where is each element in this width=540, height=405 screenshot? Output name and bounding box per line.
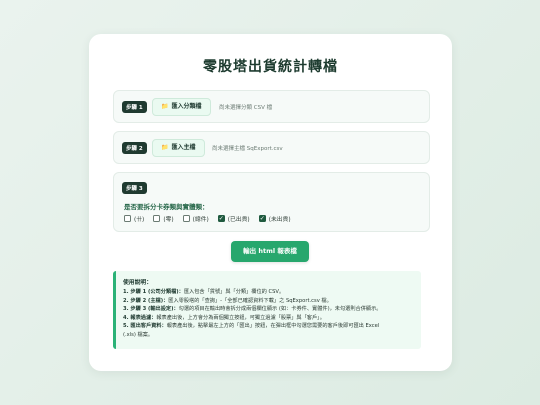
folder-icon: 📁 [161,144,169,151]
option-unshipped[interactable]: ✓ (未出貨) [258,214,291,223]
option-label: (零) [163,217,174,223]
step-3-panel: 步驟 3 是否要拆分卡券類與實體類： (卄) (零) (總件) ✓ (已出貨) ✓… [113,172,430,232]
help-line: 1. 步驟 1 (公司分類檔)：匯入包含「貨號」與「分類」欄位的 CSV。 [123,288,421,297]
help-line-text: 報表產出後，點擊最左上方的「匯出」按鈕，在彈出框中勾選您需要的客戶後即可匯出 E… [166,323,380,330]
help-line: 5. 匯出客戶資料：報表產出後，點擊最左上方的「匯出」按鈕，在彈出框中勾選您需要… [123,322,421,331]
help-line-head: 5. 匯出客戶資料： [123,323,167,330]
folder-icon: 📁 [161,103,169,110]
help-line: (.xls) 檔案。 [123,331,421,340]
import-main-label: 匯入主檔 [171,144,196,151]
split-options: (卄) (零) (總件) ✓ (已出貨) ✓ (未出貨) [124,214,291,223]
step-2-badge: 步驟 2 [122,142,147,154]
check-icon: ✓ [218,215,224,222]
page-title: 零股塔出貨統計轉檔 [203,59,338,75]
option-ling[interactable]: (零) [153,214,174,223]
step-2-panel: 步驟 2 📁 匯入主檔 尚未選擇主檔 SqExport.csv [113,131,430,164]
option-label: (卄) [134,217,145,223]
step-3-badge: 步驟 3 [122,182,147,194]
option-shipped[interactable]: ✓ (已出貨) [217,214,250,223]
step-1-badge: 步驟 1 [122,101,147,113]
help-line: 4. 報表過濾：報表產出後，上方會分為兩個獨立按鈕，可獨立過濾「股票」與「客戶」… [123,314,421,323]
main-card: 零股塔出貨統計轉檔 步驟 1 📁 匯入分類檔 尚未選擇分類 CSV 檔 步驟 2 … [89,34,452,371]
option-label: (已出貨) [227,217,250,223]
checkbox[interactable] [182,215,190,222]
import-category-label: 匯入分類檔 [171,103,202,110]
help-line-head: 2. 步驟 2 (主檔)： [123,297,169,304]
check-icon: ✓ [259,215,265,222]
help-line: 2. 步驟 2 (主檔)：匯入零股塔的「查詢」-「全部已確認資料下載」之 SqE… [123,297,421,306]
help-panel: 使用說明： 1. 步驟 1 (公司分類檔)：匯入包含「貨號」與「分類」欄位的 C… [113,271,421,349]
checkbox[interactable] [153,215,161,222]
import-category-button[interactable]: 📁 匯入分類檔 [152,98,211,116]
option-label: (未出貨) [268,217,291,223]
help-line-text: 報表產出後，上方會分為兩個獨立按鈕，可獨立過濾「股票」與「客戶」。 [156,314,325,321]
option-total[interactable]: (總件) [182,214,209,223]
split-question: 是否要拆分卡券類與實體類： [124,203,209,211]
help-line-text: 匯入包含「貨號」與「分類」欄位的 CSV。 [183,289,285,295]
help-line-head: 3. 步驟 3 (輸出設定)： [123,306,179,313]
help-line-head: 4. 報表過濾： [123,314,157,321]
help-title: 使用說明： [123,280,152,286]
help-line-text: (.xls) 檔案。 [123,331,154,338]
main-file-status: 尚未選擇主檔 SqExport.csv [212,146,283,152]
help-line-text: 勾選的項目在輸出時會拆分成兩個欄位顯示 (如：卡券件、實體件)，未勾選則合併顯示… [178,306,382,313]
help-line-text: 匯入零股塔的「查詢」-「全部已確認資料下載」之 SqExport.csv 檔。 [168,297,332,304]
help-line: 3. 步驟 3 (輸出設定)：勾選的項目在輸出時會拆分成兩個欄位顯示 (如：卡券… [123,305,421,314]
option-jie[interactable]: (卄) [124,214,144,223]
import-main-button[interactable]: 📁 匯入主檔 [152,139,205,157]
checkbox[interactable] [124,215,131,222]
export-html-button[interactable]: 輸出 html 報表檔 [231,241,309,262]
option-label: (總件) [192,217,209,223]
checkbox-checked[interactable]: ✓ [217,215,225,222]
step-1-panel: 步驟 1 📁 匯入分類檔 尚未選擇分類 CSV 檔 [113,90,430,123]
category-file-status: 尚未選擇分類 CSV 檔 [219,105,273,111]
checkbox-checked[interactable]: ✓ [258,215,266,222]
help-line-head: 1. 步驟 1 (公司分類檔)： [123,289,184,295]
